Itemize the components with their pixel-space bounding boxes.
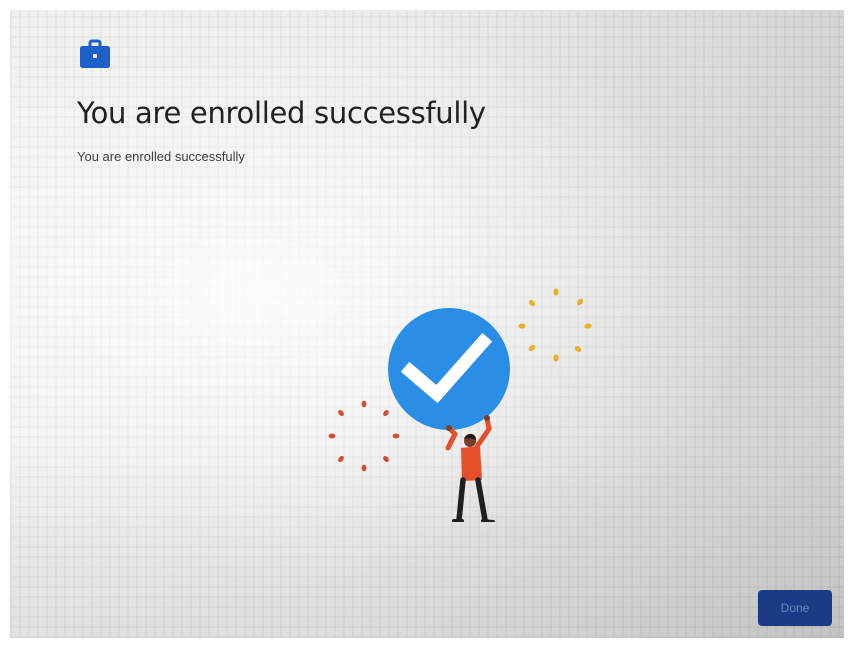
enrollment-screen: You are enrolled successfully You are en… bbox=[10, 10, 844, 638]
person-figure bbox=[445, 415, 495, 522]
page-subtitle: You are enrolled successfully bbox=[77, 149, 245, 164]
done-button[interactable]: Done bbox=[758, 590, 832, 626]
red-confetti bbox=[328, 400, 400, 472]
gold-confetti bbox=[518, 288, 592, 362]
page-title: You are enrolled successfully bbox=[77, 96, 486, 130]
briefcase-icon bbox=[80, 39, 110, 68]
success-illustration bbox=[328, 288, 592, 522]
